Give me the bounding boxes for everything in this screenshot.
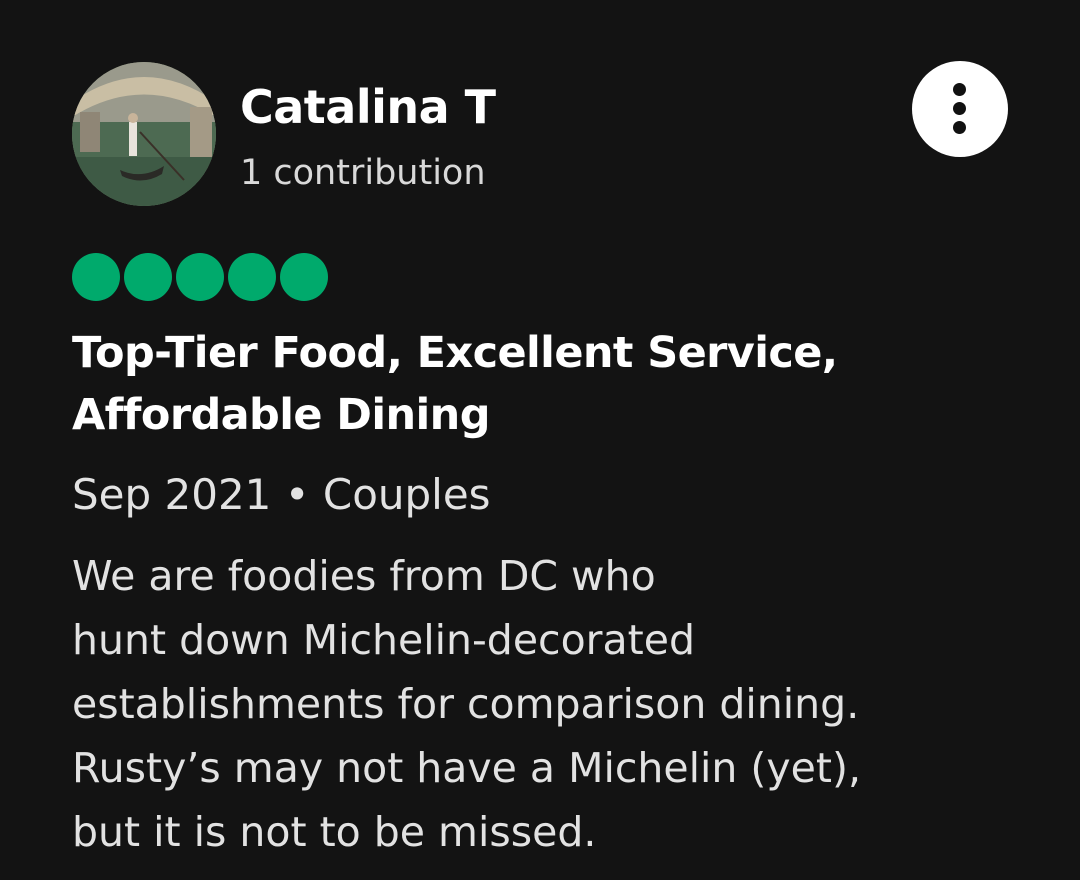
- review-card: Catalina T 1 contribution Top-Tier Food,…: [0, 0, 1080, 880]
- avatar-image: [72, 62, 216, 206]
- rating-bubble-filled: [228, 253, 276, 301]
- review-body-line: but it is not to be missed.: [72, 808, 597, 856]
- review-body-line: Rusty’s may not have a Michelin (yet),: [72, 744, 861, 792]
- reviewer-contributions: 1 contribution: [240, 153, 486, 193]
- rating-bubbles: [72, 253, 328, 301]
- review-body: We are foodies from DC who hunt down Mic…: [72, 544, 1032, 864]
- review-body-line: establishments for comparison dining.: [72, 680, 860, 728]
- review-body-line: hunt down Michelin-decorated: [72, 616, 695, 664]
- rating-bubble-filled: [176, 253, 224, 301]
- rating-bubble-filled: [280, 253, 328, 301]
- reviewer-name[interactable]: Catalina T: [240, 80, 496, 134]
- avatar[interactable]: [72, 62, 216, 206]
- review-meta: Sep 2021 • Couples: [72, 470, 491, 519]
- rating-bubble-filled: [72, 253, 120, 301]
- review-title: Top-Tier Food, Excellent Service, Afford…: [72, 328, 838, 440]
- rating-bubble-filled: [124, 253, 172, 301]
- review-body-line: We are foodies from DC who: [72, 552, 656, 600]
- more-options-button[interactable]: [912, 61, 1008, 157]
